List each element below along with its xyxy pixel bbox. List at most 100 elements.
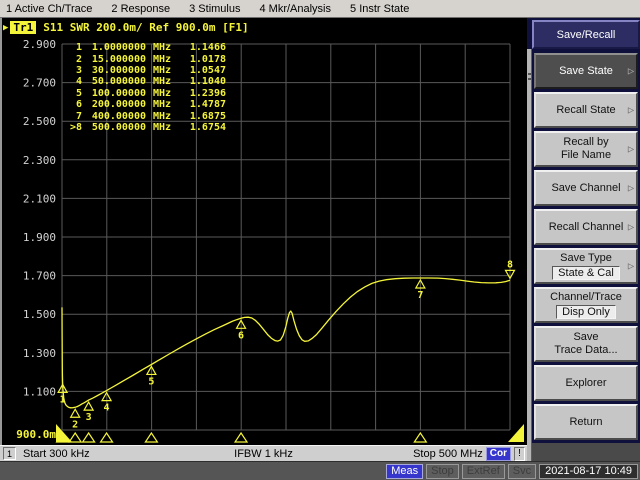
marker-table-row: 6 200.00000 MHz 1.4787 bbox=[62, 99, 226, 110]
y-axis-tick-label: 1.500 bbox=[23, 308, 56, 321]
marker-f: 50.000000 bbox=[91, 76, 146, 88]
marker-n: >8 bbox=[69, 121, 82, 133]
marker-n: 6 bbox=[75, 99, 82, 111]
svg-text:8: 8 bbox=[507, 259, 513, 270]
marker-n: 3 bbox=[75, 64, 82, 76]
softkey-label: Return bbox=[569, 415, 603, 428]
marker-table-row: 7 400.00000 MHz 1.6875 bbox=[62, 110, 226, 122]
trace-header-label: S11 SWR 200.0m/ Ref 900.0m [F1] bbox=[43, 21, 249, 34]
marker-table-row: 5 100.00000 MHz 1.2396 bbox=[62, 88, 226, 99]
softkey-recall-state[interactable]: Recall State ▷ bbox=[534, 92, 638, 128]
sidebar-footer bbox=[527, 443, 640, 461]
marker-2: 2 bbox=[69, 408, 81, 430]
y-axis-tick-label: 2.500 bbox=[23, 115, 56, 128]
marker-f: 400.00000 bbox=[91, 110, 146, 122]
submenu-arrow-icon: ▷ bbox=[627, 105, 634, 115]
softkey-value-box: Disp Only bbox=[556, 305, 616, 319]
submenu-arrow-icon: ▷ bbox=[627, 183, 634, 193]
marker-n: 4 bbox=[75, 76, 82, 88]
svg-text:3: 3 bbox=[86, 412, 92, 423]
softkey-label: Save Channel bbox=[551, 181, 621, 194]
softkey-save-channel[interactable]: Save Channel ▷ bbox=[534, 170, 638, 206]
submenu-arrow-icon: ▷ bbox=[627, 66, 634, 76]
softkey-save-type[interactable]: Save Type State & Cal ▷ bbox=[534, 248, 638, 284]
softkey-label: Trace Data... bbox=[554, 344, 618, 356]
softkey-value-box: State & Cal bbox=[552, 266, 620, 280]
marker-v: 1.6754 bbox=[189, 121, 226, 133]
softkey-save-state[interactable]: Save State ▷ bbox=[534, 53, 638, 89]
marker-v: 1.0178 bbox=[189, 53, 226, 65]
softkey-save-trace-data[interactable]: Save Trace Data... bbox=[534, 326, 638, 362]
marker-u: MHz bbox=[153, 110, 172, 122]
y-axis-tick-label: 1.900 bbox=[23, 231, 56, 244]
indicator-stop: Stop bbox=[426, 463, 459, 479]
marker-table-row: 1 1.0000000 MHz 1.1466 bbox=[62, 42, 226, 53]
menu-item-response[interactable]: 2 Response bbox=[105, 3, 183, 15]
trace-header[interactable]: ▶ Tr1 S11 SWR 200.0m/ Ref 900.0m [F1] bbox=[3, 21, 249, 34]
sweep-start-wedge bbox=[56, 424, 72, 442]
marker-table-row: 3 30.000000 MHz 1.0547 bbox=[62, 65, 226, 76]
menu-item-active-ch-trace[interactable]: 1 Active Ch/Trace bbox=[0, 3, 105, 15]
softkey-list: Save State ▷ Recall State ▷ Recall by File Na… bbox=[534, 49, 640, 443]
softkey-label: Explorer bbox=[565, 376, 607, 389]
menu-item-mkr-analysis[interactable]: 4 Mkr/Analysis bbox=[253, 3, 344, 15]
y-axis-tick-label: 2.900 bbox=[23, 38, 56, 51]
y-axis-tick-label: 1.300 bbox=[23, 347, 56, 360]
svg-text:7: 7 bbox=[417, 290, 423, 301]
submenu-arrow-icon: ▷ bbox=[627, 261, 634, 271]
svg-text:2: 2 bbox=[72, 419, 78, 430]
status-indicators: Meas Stop ExtRef Svc bbox=[386, 463, 537, 479]
axis-marker-triangle bbox=[413, 431, 428, 443]
softkey-label: Save State bbox=[559, 64, 613, 77]
marker-v: 1.1466 bbox=[189, 42, 226, 54]
marker-u: MHz bbox=[153, 99, 172, 111]
menu-item-instr-state[interactable]: 5 Instr State bbox=[344, 3, 422, 15]
marker-f: 1.0000000 bbox=[91, 42, 146, 54]
axis-marker-triangle bbox=[68, 431, 83, 443]
axis-marker-triangle bbox=[81, 431, 96, 443]
softkey-label: Recall by bbox=[563, 136, 609, 148]
marker-v: 1.1040 bbox=[189, 76, 226, 88]
softkey-return[interactable]: Return bbox=[534, 404, 638, 440]
softkey-recall-channel[interactable]: Recall Channel ▷ bbox=[534, 209, 638, 245]
softkey-label: File Name bbox=[560, 149, 612, 161]
softkey-menu-title: Save/Recall bbox=[532, 20, 640, 49]
softkey-explorer[interactable]: Explorer bbox=[534, 365, 638, 401]
softkey-recall-by-file-name[interactable]: Recall by File Name ▷ bbox=[534, 131, 638, 167]
marker-u: MHz bbox=[153, 87, 172, 99]
menu-item-stimulus[interactable]: 3 Stimulus bbox=[183, 3, 253, 15]
y-axis-tick-label: 1.100 bbox=[23, 385, 56, 398]
svg-text:5: 5 bbox=[148, 376, 154, 387]
marker-f: 15.000000 bbox=[91, 53, 146, 65]
svg-text:6: 6 bbox=[238, 330, 244, 341]
indicator-meas: Meas bbox=[386, 463, 424, 479]
screen-left-border bbox=[0, 18, 2, 445]
menu-bar: 1 Active Ch/Trace 2 Response 3 Stimulus 4 M… bbox=[0, 0, 640, 18]
marker-3: 3 bbox=[83, 400, 95, 423]
indicator-svc: Svc bbox=[507, 463, 537, 479]
marker-n: 7 bbox=[75, 110, 82, 122]
system-status-bar: Meas Stop ExtRef Svc 2021-08-17 10:49 bbox=[0, 461, 640, 480]
marker-v: 1.2396 bbox=[189, 87, 226, 99]
submenu-arrow-icon: ▷ bbox=[627, 144, 634, 154]
measurement-screen: 2.900 2.700 2.500 2.300 2.100 1.900 1.700 1.500… bbox=[0, 18, 527, 445]
axis-marker-triangle bbox=[99, 431, 114, 443]
marker-f: 100.00000 bbox=[91, 87, 146, 99]
marker-table: 1 1.0000000 MHz 1.1466 2 15.000000 MHz 1.0178 3 3… bbox=[62, 42, 226, 133]
marker-f: 500.00000 bbox=[91, 121, 146, 133]
y-axis-tick-label: 2.100 bbox=[23, 192, 56, 205]
submenu-arrow-icon: ▷ bbox=[627, 222, 634, 232]
marker-v: 1.4787 bbox=[189, 99, 226, 111]
marker-n: 5 bbox=[75, 87, 82, 99]
warning-badge: ! bbox=[514, 446, 525, 461]
sweep-stop-label: Stop 500 MHz bbox=[413, 447, 483, 460]
indicator-extref: ExtRef bbox=[461, 463, 505, 479]
marker-f: 200.00000 bbox=[91, 99, 146, 111]
softkey-label: Recall State bbox=[556, 103, 616, 116]
vna-analyzer-window: 1 Active Ch/Trace 2 Response 3 Stimulus 4 M… bbox=[0, 0, 640, 480]
marker-v: 1.6875 bbox=[189, 110, 226, 122]
softkey-channel-trace[interactable]: Channel/Trace Disp Only bbox=[534, 287, 638, 323]
marker-u: MHz bbox=[153, 42, 172, 54]
softkey-label: Recall Channel bbox=[548, 220, 624, 233]
marker-v: 1.0547 bbox=[189, 64, 226, 76]
